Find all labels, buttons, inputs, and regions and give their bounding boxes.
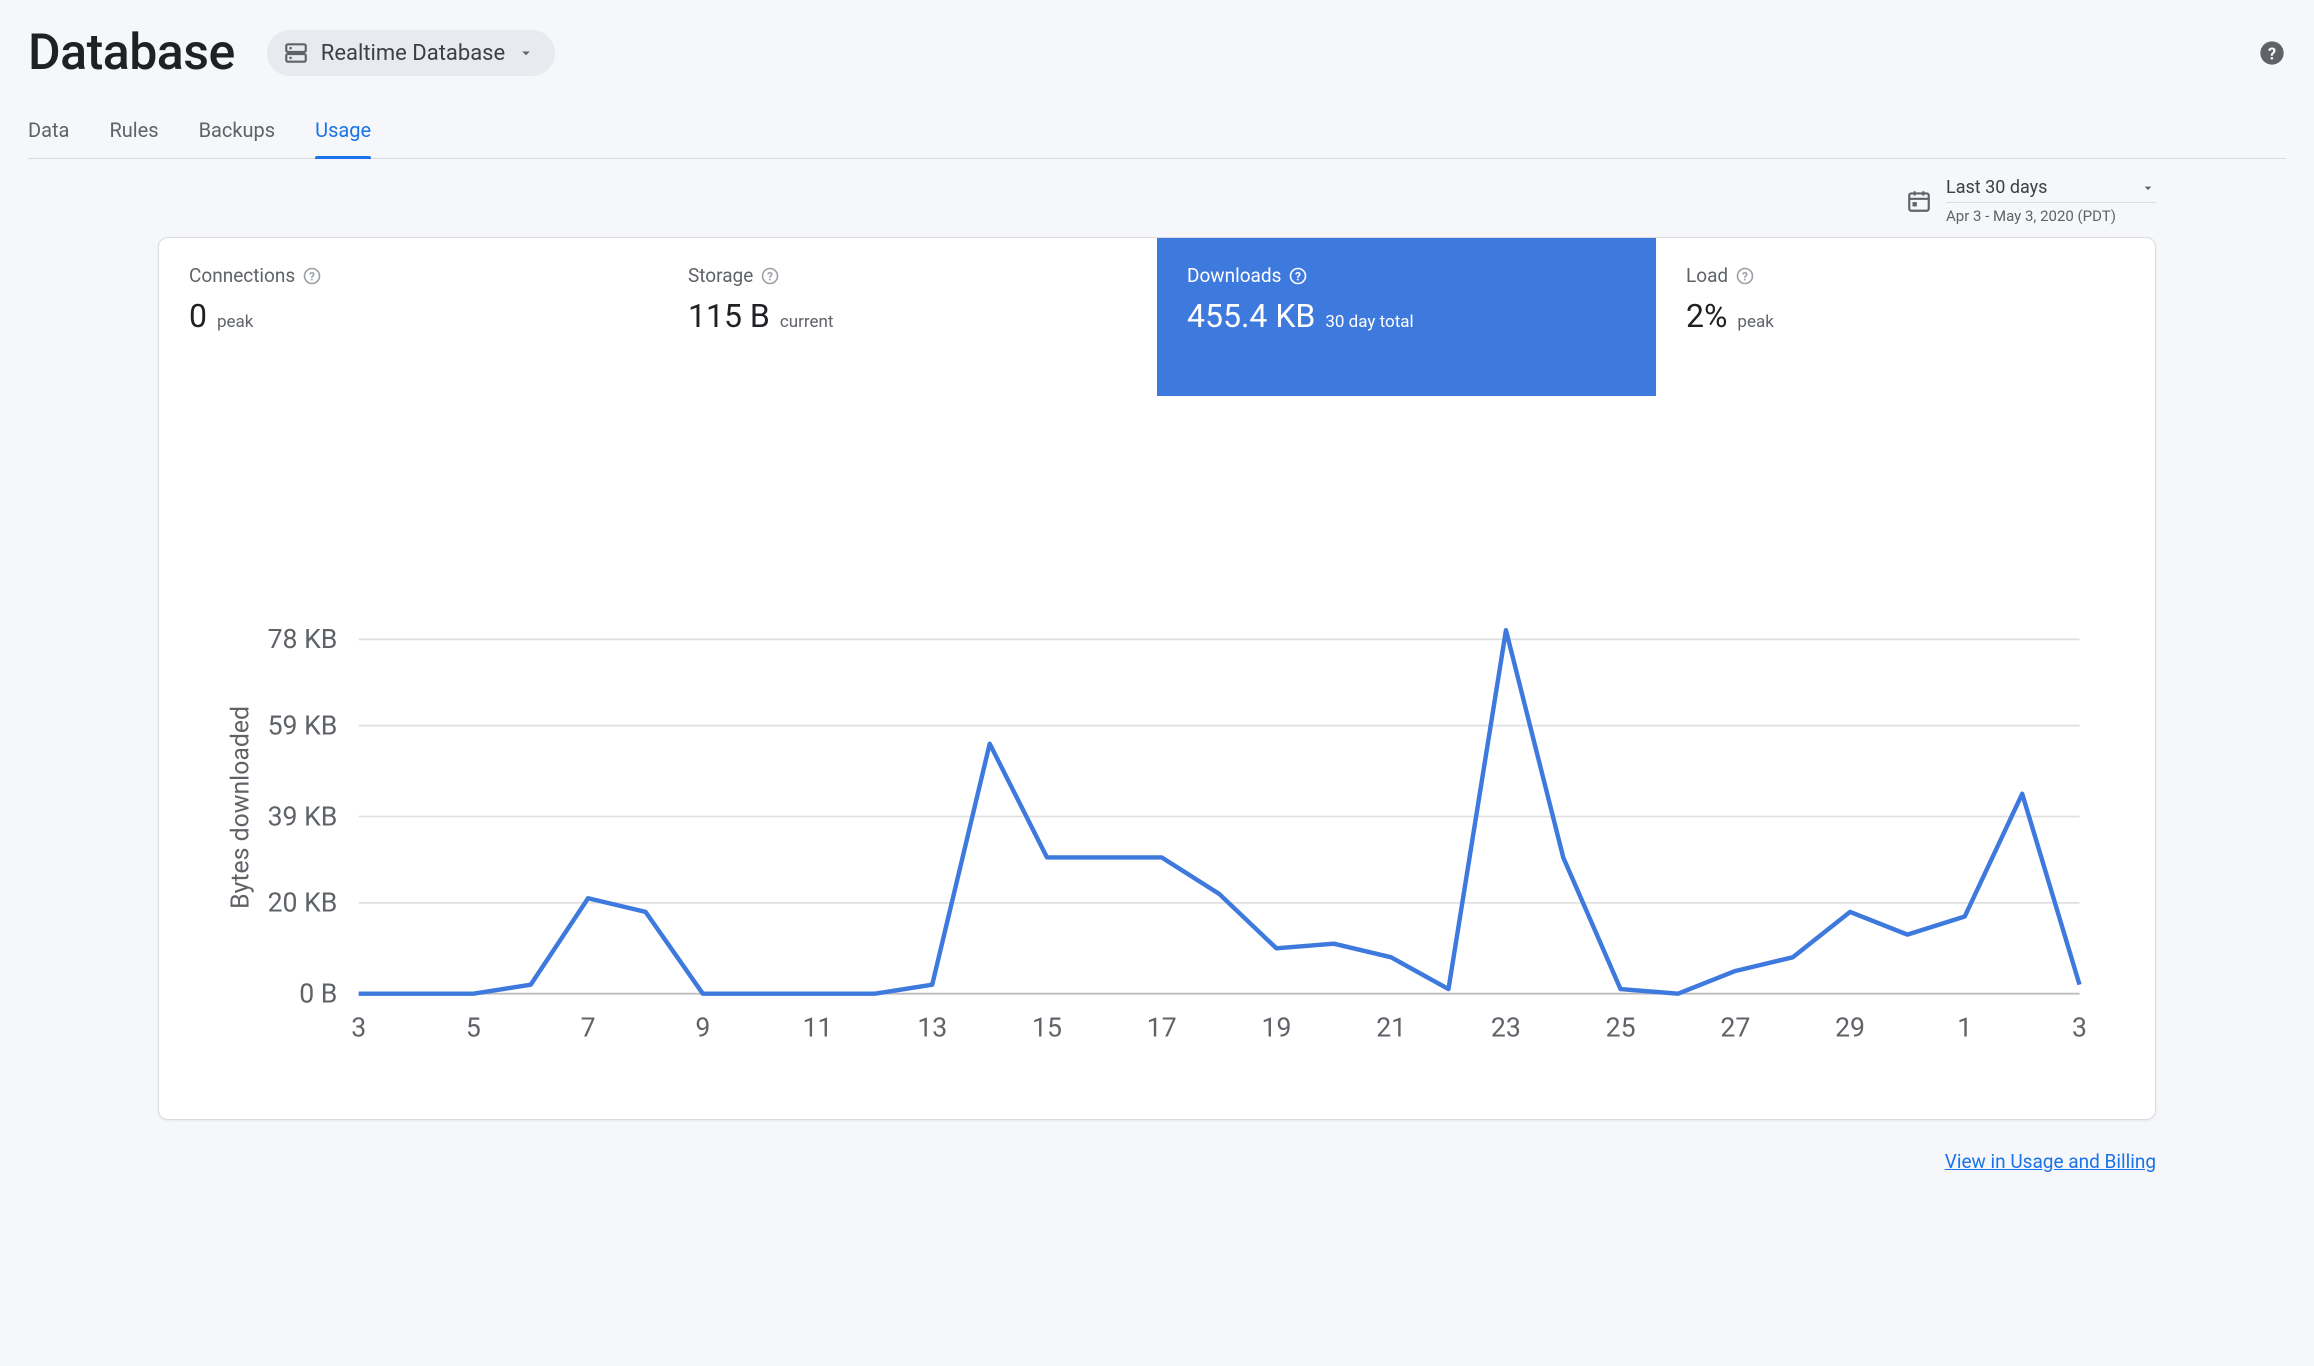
svg-text:13: 13 bbox=[917, 1012, 947, 1043]
date-range-label: Last 30 days bbox=[1946, 177, 2047, 198]
metric-sublabel: current bbox=[780, 312, 834, 332]
svg-text:0 B: 0 B bbox=[299, 979, 337, 1010]
metric-value: 2% bbox=[1686, 297, 1727, 335]
svg-text:9: 9 bbox=[695, 1012, 710, 1043]
metric-downloads[interactable]: Downloads ? 455.4 KB 30 day total bbox=[1157, 238, 1656, 396]
info-icon[interactable]: ? bbox=[1736, 267, 1754, 285]
svg-text:29: 29 bbox=[1835, 1012, 1865, 1043]
svg-text:?: ? bbox=[767, 269, 773, 283]
svg-text:20 KB: 20 KB bbox=[268, 888, 338, 919]
metric-title: Load bbox=[1686, 264, 1728, 287]
metric-sublabel: peak bbox=[1737, 312, 1773, 332]
svg-text:Bytes downloaded: Bytes downloaded bbox=[227, 706, 256, 909]
help-icon: ? bbox=[2258, 39, 2286, 67]
svg-text:?: ? bbox=[309, 269, 315, 283]
downloads-chart: 0 B 20 KB 39 KB 59 KB 78 KB Bytes downloaded 3… bbox=[199, 426, 2115, 1065]
info-icon[interactable]: ? bbox=[303, 267, 321, 285]
date-range-subtitle: Apr 3 - May 3, 2020 (PDT) bbox=[1946, 207, 2156, 225]
date-range-selector[interactable]: Last 30 days Apr 3 - May 3, 2020 (PDT) bbox=[1946, 177, 2156, 225]
svg-text:19: 19 bbox=[1261, 1012, 1291, 1043]
metric-value: 0 bbox=[189, 297, 207, 335]
svg-text:17: 17 bbox=[1147, 1012, 1177, 1043]
svg-text:3: 3 bbox=[2072, 1012, 2087, 1043]
metric-connections[interactable]: Connections ? 0 peak bbox=[159, 238, 658, 396]
metric-storage[interactable]: Storage ? 115 B current bbox=[658, 238, 1157, 396]
svg-text:78 KB: 78 KB bbox=[268, 624, 338, 655]
tab-data[interactable]: Data bbox=[28, 110, 69, 158]
svg-text:7: 7 bbox=[581, 1012, 596, 1043]
info-icon[interactable]: ? bbox=[1289, 267, 1307, 285]
metric-load[interactable]: Load ? 2% peak bbox=[1656, 238, 2155, 396]
svg-text:25: 25 bbox=[1606, 1012, 1636, 1043]
svg-text:39 KB: 39 KB bbox=[268, 801, 338, 832]
svg-text:11: 11 bbox=[803, 1012, 833, 1043]
svg-text:23: 23 bbox=[1491, 1012, 1521, 1043]
tabs: Data Rules Backups Usage bbox=[28, 110, 2286, 159]
database-icon bbox=[283, 40, 309, 66]
metric-title: Connections bbox=[189, 264, 295, 287]
page-title: Database bbox=[28, 24, 235, 82]
tab-rules[interactable]: Rules bbox=[109, 110, 158, 158]
tab-usage[interactable]: Usage bbox=[315, 110, 371, 158]
database-selector-label: Realtime Database bbox=[321, 41, 505, 66]
svg-text:?: ? bbox=[1742, 269, 1748, 283]
chevron-down-icon bbox=[2140, 180, 2156, 196]
metric-title: Downloads bbox=[1187, 264, 1281, 287]
chart-area: 0 B 20 KB 39 KB 59 KB 78 KB Bytes downloaded 3… bbox=[159, 396, 2155, 1119]
svg-text:59 KB: 59 KB bbox=[268, 711, 338, 742]
metric-title: Storage bbox=[688, 264, 753, 287]
metric-sublabel: peak bbox=[217, 312, 253, 332]
info-icon[interactable]: ? bbox=[761, 267, 779, 285]
svg-text:?: ? bbox=[2268, 45, 2276, 64]
tab-backups[interactable]: Backups bbox=[199, 110, 276, 158]
metric-value: 115 B bbox=[688, 297, 770, 335]
metric-value: 455.4 KB bbox=[1187, 297, 1315, 335]
svg-text:5: 5 bbox=[466, 1012, 481, 1043]
view-usage-billing-link[interactable]: View in Usage and Billing bbox=[1945, 1150, 2156, 1173]
svg-text:15: 15 bbox=[1032, 1012, 1062, 1043]
svg-text:3: 3 bbox=[351, 1012, 366, 1043]
svg-text:27: 27 bbox=[1720, 1012, 1750, 1043]
database-selector[interactable]: Realtime Database bbox=[267, 30, 555, 76]
usage-card: Connections ? 0 peak Storage ? 115 B cur… bbox=[158, 237, 2156, 1120]
calendar-icon bbox=[1906, 188, 1932, 214]
chevron-down-icon bbox=[517, 44, 535, 62]
svg-text:?: ? bbox=[1295, 269, 1301, 283]
svg-text:21: 21 bbox=[1376, 1012, 1406, 1043]
metric-sublabel: 30 day total bbox=[1325, 312, 1413, 332]
svg-text:1: 1 bbox=[1957, 1012, 1972, 1043]
help-button[interactable]: ? bbox=[2258, 39, 2286, 67]
